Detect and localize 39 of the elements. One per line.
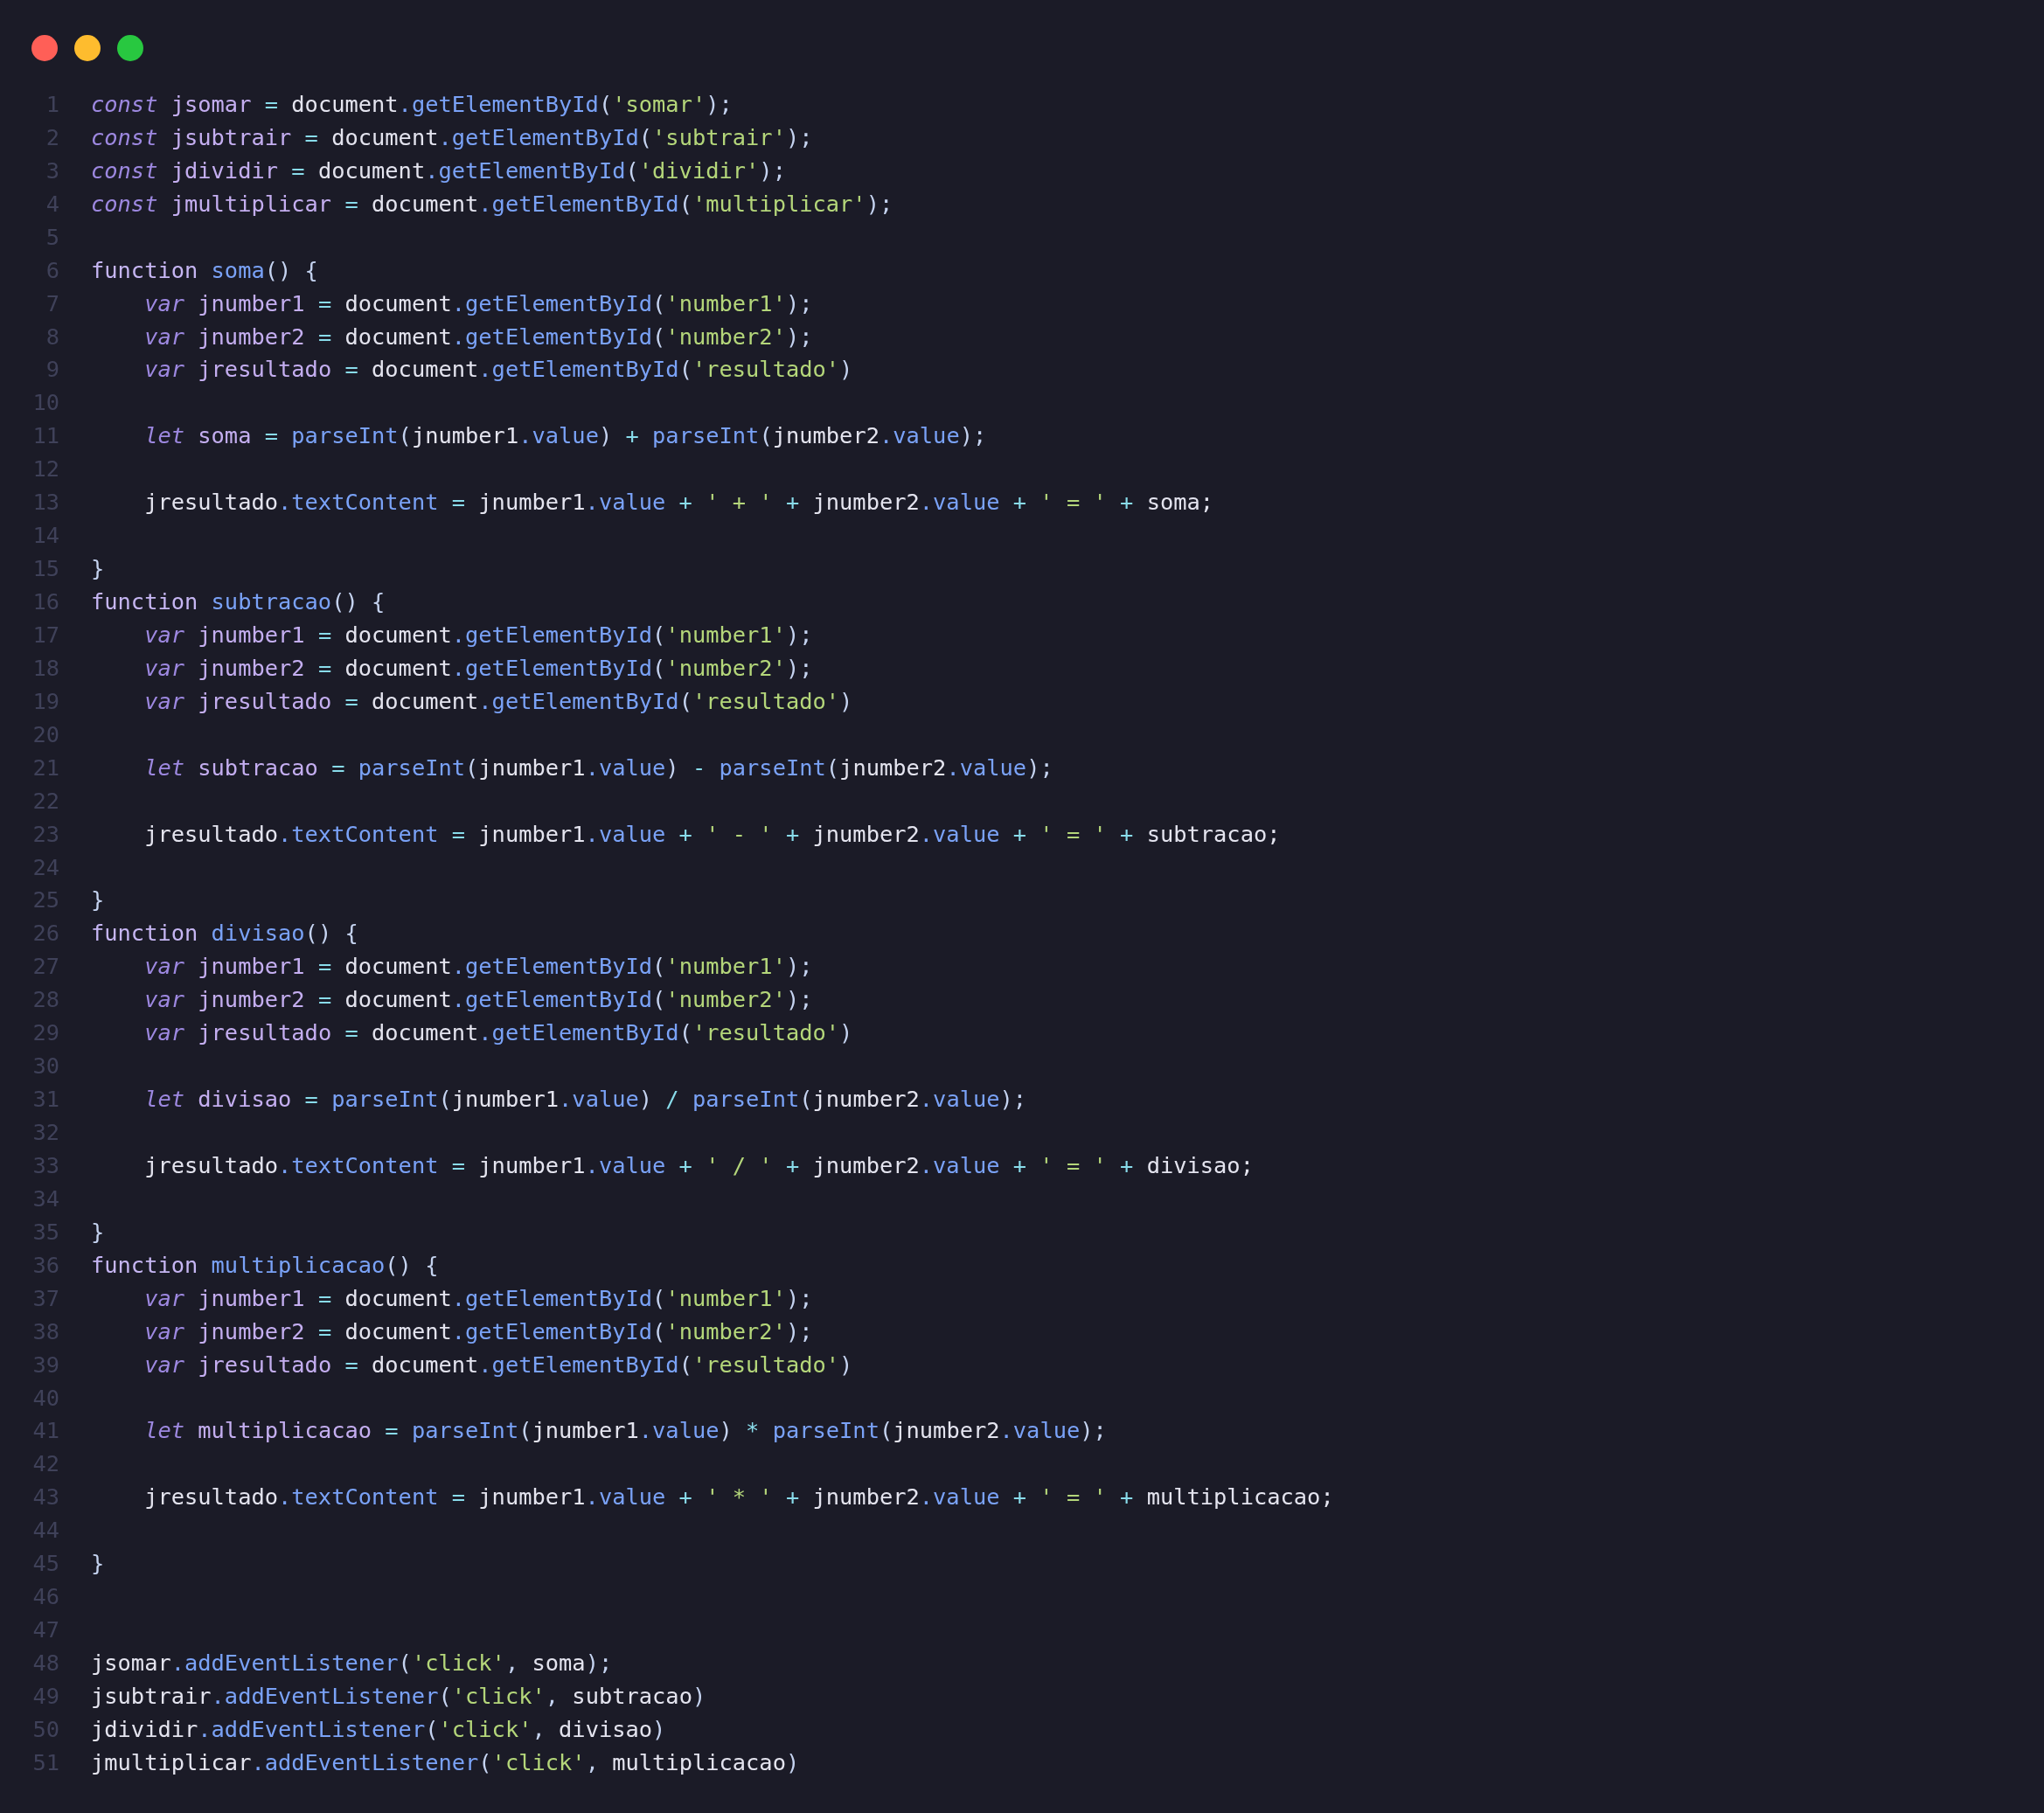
code-line: } (91, 886, 105, 913)
code-line: jmultiplicar.addEventListener('click', multiplicacao) (91, 1748, 800, 1775)
code-line: jsomar.addEventListener('click', soma); (91, 1650, 613, 1677)
code-line: var jresultado = document.getElementById('resultado') (143, 687, 853, 714)
code-line: var jnumber2 = document.getElementById('number2'); (143, 654, 813, 681)
window-zoom-button[interactable] (117, 35, 143, 61)
code-line: var jnumber2 = document.getElementById('number2'); (143, 1317, 813, 1344)
code-line: var jresultado = document.getElementById('resultado') (143, 1351, 853, 1378)
code-line: var jresultado = document.getElementById('resultado') (143, 1019, 853, 1046)
code-line: var jresultado = document.getElementById('resultado') (143, 356, 853, 383)
code-line: const jsomar = document.getElementById('somar'); (91, 90, 733, 117)
code-line: function multiplicacao() { (91, 1251, 439, 1278)
code-line: let soma = parseInt(jnumber1.value) + parseInt(jnumber2.value); (143, 422, 987, 449)
code-line: let subtracao = parseInt(jnumber1.value) - parseInt(jnumber2.value); (143, 754, 1053, 781)
code-line: jresultado.textContent = jnumber1.value + ' * ' + jnumber2.value + ' = ' + multiplicacao; (143, 1483, 1334, 1511)
code-line: const jsubtrair = document.getElementById('subtrair'); (91, 123, 813, 150)
window-close-button[interactable] (31, 35, 58, 61)
code-line: const jdividir = document.getElementById('dividir'); (91, 156, 786, 184)
code-line: jresultado.textContent = jnumber1.value + ' - ' + jnumber2.value + ' = ' + subtracao; (143, 820, 1281, 847)
code-line: jsubtrair.addEventListener('click', subtracao) (91, 1682, 706, 1709)
code-line: } (91, 555, 105, 582)
code-line: jdividir.addEventListener('click', divisao) (91, 1715, 666, 1742)
code-line: } (91, 1218, 105, 1245)
code-line: jresultado.textContent = jnumber1.value + ' + ' + jnumber2.value + ' = ' + soma; (143, 489, 1214, 516)
window-minimize-button[interactable] (74, 35, 101, 61)
code-line: let multiplicacao = parseInt(jnumber1.value) * parseInt(jnumber2.value); (143, 1417, 1107, 1444)
code-line: jresultado.textContent = jnumber1.value + ' / ' + jnumber2.value + ' = ' + divisao; (143, 1151, 1254, 1178)
code-line: function subtracao() { (91, 588, 386, 615)
code-line: const jmultiplicar = document.getElementById('multiplicar'); (91, 190, 893, 217)
code-line: var jnumber1 = document.getElementById('number1'); (143, 1284, 813, 1311)
code-line: let divisao = parseInt(jnumber1.value) / parseInt(jnumber2.value); (143, 1086, 1027, 1113)
code-line: var jnumber1 = document.getElementById('number1'); (143, 621, 813, 648)
code-line: } (91, 1550, 105, 1577)
code-line: function divisao() { (91, 920, 358, 947)
code-line: var jnumber2 = document.getElementById('number2'); (143, 986, 813, 1013)
code-line: var jnumber1 = document.getElementById('number1'); (143, 953, 813, 980)
code-line: var jnumber2 = document.getElementById('number2'); (143, 323, 813, 350)
code-line: function soma() { (91, 256, 318, 283)
code-line: var jnumber1 = document.getElementById('number1'); (143, 289, 813, 316)
